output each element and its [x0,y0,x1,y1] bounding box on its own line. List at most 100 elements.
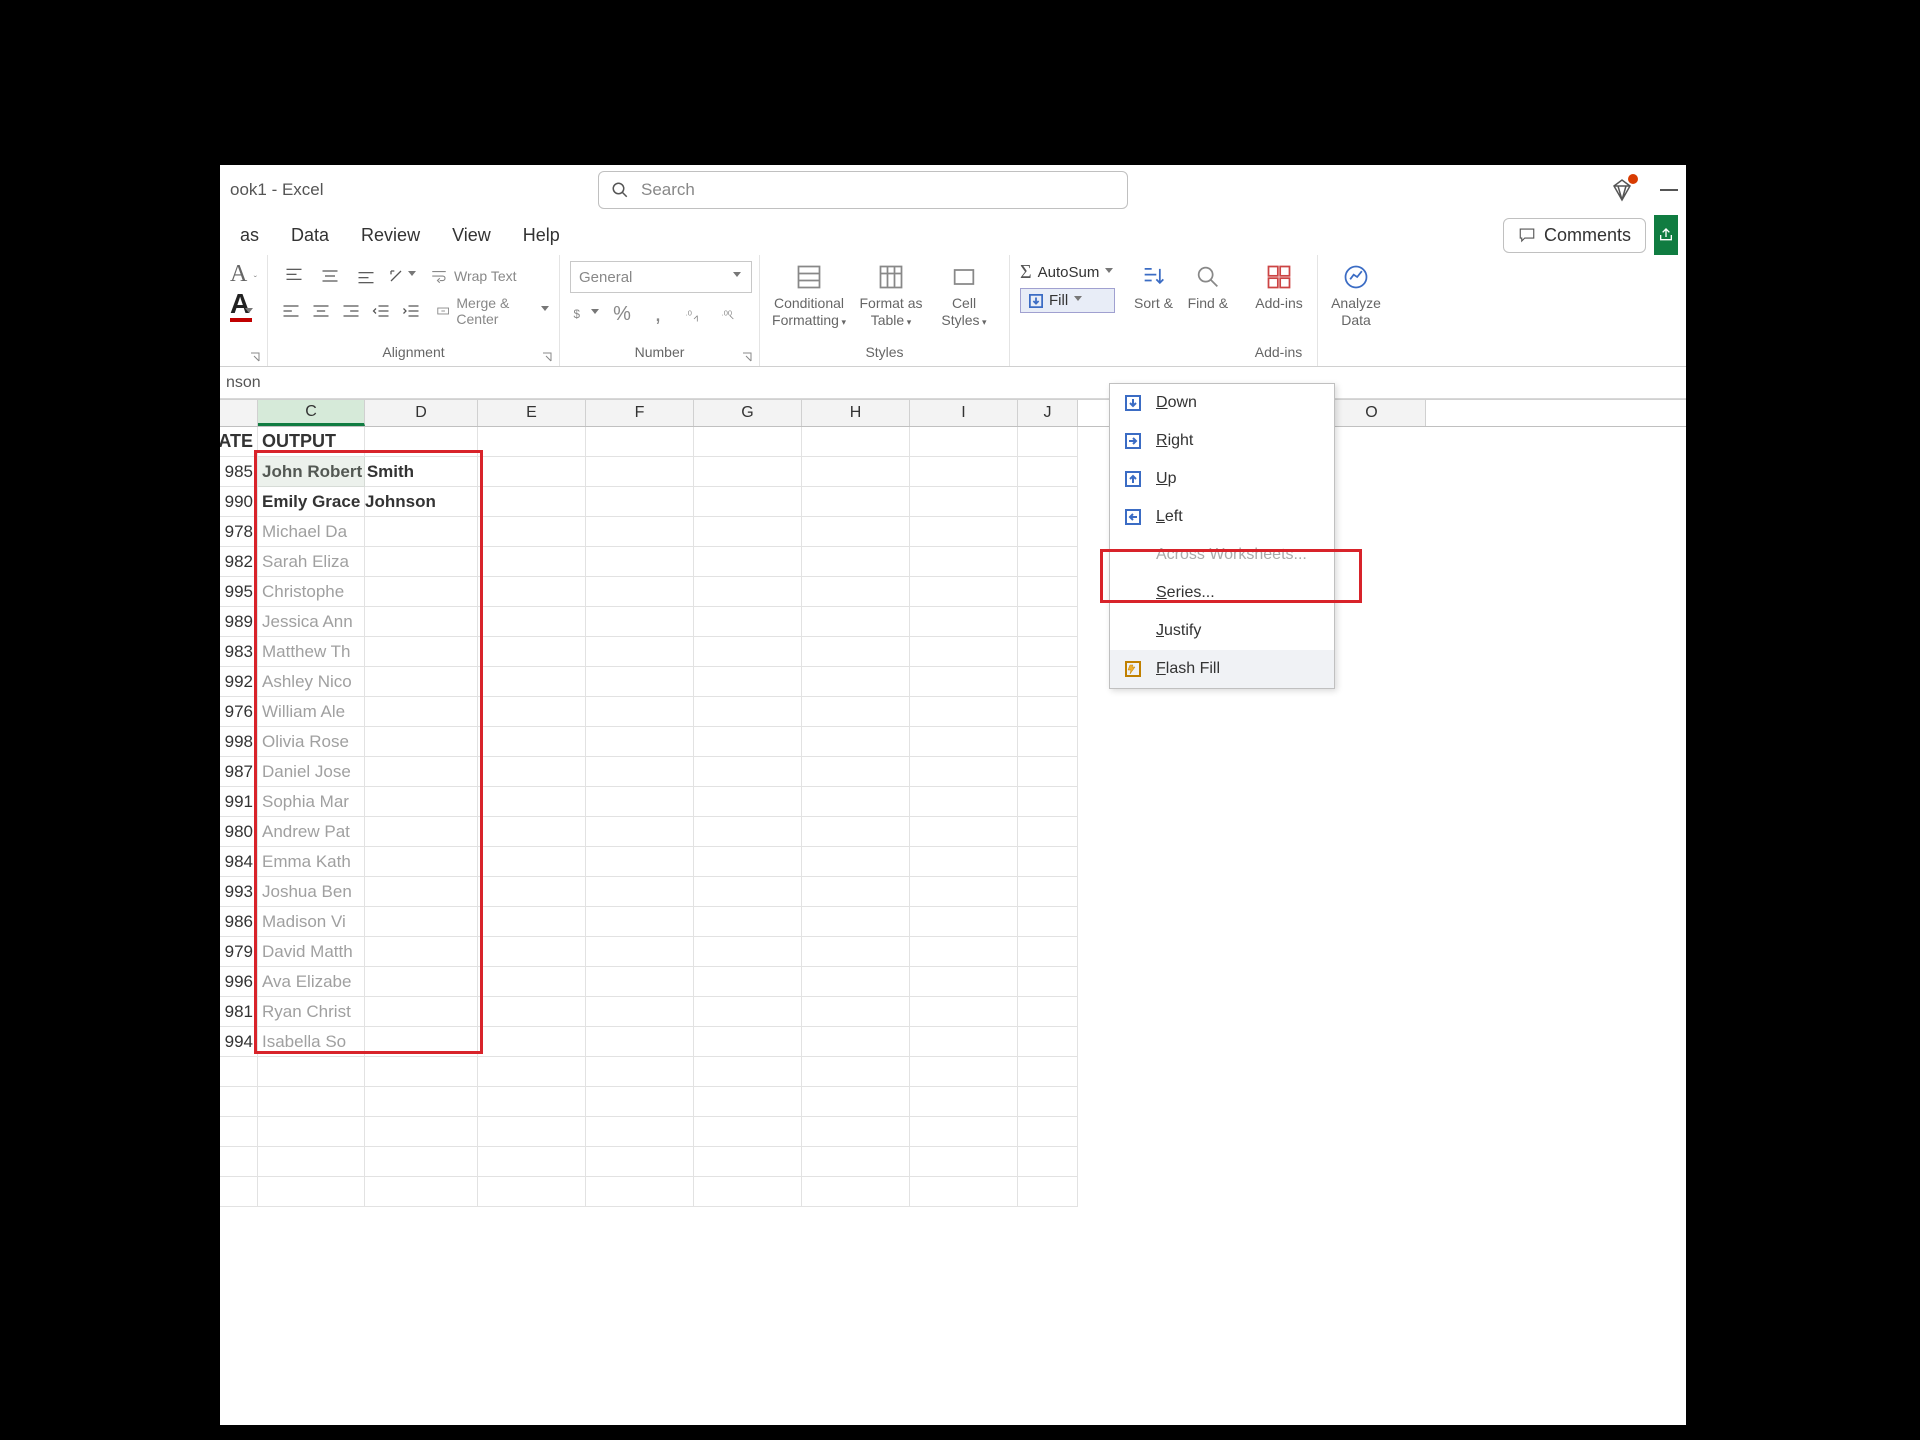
cell-output[interactable]: Madison Vi [258,907,365,937]
cell[interactable] [802,457,910,487]
cell[interactable] [1018,877,1078,907]
cell[interactable] [586,697,694,727]
cell-year[interactable]: 987 [220,757,258,787]
cell[interactable] [586,787,694,817]
cell[interactable] [1018,427,1078,457]
col-header-b-partial[interactable] [220,400,258,426]
cell[interactable] [478,997,586,1027]
cell[interactable] [365,877,478,907]
cell[interactable] [478,487,586,517]
header-cell-c[interactable]: OUTPUT [258,427,365,457]
cell-year[interactable]: 982 [220,547,258,577]
cell[interactable] [586,427,694,457]
cell[interactable] [478,667,586,697]
cell-year[interactable]: 985 [220,457,258,487]
cell[interactable] [910,1087,1018,1117]
cell[interactable] [1018,757,1078,787]
cell[interactable] [478,907,586,937]
cell[interactable] [694,607,802,637]
cell[interactable] [694,487,802,517]
cell[interactable] [802,937,910,967]
cell[interactable] [910,757,1018,787]
cell[interactable] [220,1057,258,1087]
conditional-formatting-button[interactable]: ConditionalFormatting ▾ [770,261,848,329]
cell[interactable] [694,577,802,607]
cell[interactable] [802,427,910,457]
cell[interactable] [802,667,910,697]
col-header-g[interactable]: G [694,400,802,426]
cell[interactable] [910,877,1018,907]
cell[interactable] [694,1117,802,1147]
cell-output[interactable]: Ryan Christ [258,997,365,1027]
cell[interactable] [1018,577,1078,607]
cell[interactable] [365,1117,478,1147]
cell[interactable] [586,487,694,517]
align-top-button[interactable] [278,261,310,291]
cell[interactable] [365,517,478,547]
cell[interactable] [586,967,694,997]
cell[interactable] [1018,1027,1078,1057]
format-as-table-button[interactable]: Format asTable ▾ [852,261,930,329]
wrap-text-button[interactable]: Wrap Text [430,267,517,285]
cell[interactable] [694,637,802,667]
cell[interactable] [365,427,478,457]
col-header-j[interactable]: J [1018,400,1078,426]
fill-menu-flash-fill[interactable]: Flash Fill [1110,650,1334,688]
cell[interactable] [478,1057,586,1087]
cell[interactable] [910,1057,1018,1087]
cell[interactable] [802,787,910,817]
find-select-button[interactable]: Find & [1186,261,1230,313]
cell[interactable] [910,607,1018,637]
cell[interactable] [365,1177,478,1207]
cell-output[interactable]: Daniel Jose [258,757,365,787]
cell[interactable] [802,847,910,877]
cell[interactable] [694,1057,802,1087]
cell[interactable] [258,1087,365,1117]
cell[interactable] [1018,937,1078,967]
cell[interactable] [910,667,1018,697]
grow-font-button[interactable]: Aˇ [230,261,257,288]
cell[interactable] [694,1087,802,1117]
cell[interactable] [910,1147,1018,1177]
cell-output[interactable]: Christophe [258,577,365,607]
cell[interactable] [586,667,694,697]
cell[interactable] [586,547,694,577]
fill-menu-left[interactable]: Left [1110,498,1334,536]
cell-year[interactable]: 996 [220,967,258,997]
align-right-button[interactable] [338,296,364,326]
cell[interactable] [910,427,1018,457]
cell[interactable] [802,817,910,847]
cell[interactable] [258,1147,365,1177]
cell[interactable] [586,607,694,637]
cell[interactable] [478,817,586,847]
cell-year[interactable]: 984 [220,847,258,877]
cell[interactable] [478,457,586,487]
font-dialog-launcher[interactable] [249,350,261,362]
cell[interactable] [478,1177,586,1207]
cell[interactable] [910,517,1018,547]
cell-output[interactable]: Ava Elizabe [258,967,365,997]
minimize-button[interactable] [1660,189,1678,191]
cell[interactable] [365,907,478,937]
tab-view[interactable]: View [436,219,507,252]
tab-help[interactable]: Help [507,219,576,252]
cell[interactable] [220,1087,258,1117]
cell[interactable] [478,577,586,607]
cell-year[interactable]: 983 [220,637,258,667]
cell[interactable] [802,637,910,667]
search-input[interactable]: Search [598,171,1128,209]
cell-output[interactable]: David Matth [258,937,365,967]
cell[interactable] [365,637,478,667]
cell[interactable] [1018,697,1078,727]
cell[interactable] [910,787,1018,817]
cell[interactable] [910,997,1018,1027]
cell-year[interactable]: 986 [220,907,258,937]
cell[interactable] [1018,967,1078,997]
cell[interactable] [1018,637,1078,667]
cell-year[interactable]: 995 [220,577,258,607]
cell[interactable] [258,1117,365,1147]
cell[interactable] [694,517,802,547]
cell[interactable] [586,727,694,757]
cell[interactable] [365,697,478,727]
cell[interactable] [586,577,694,607]
